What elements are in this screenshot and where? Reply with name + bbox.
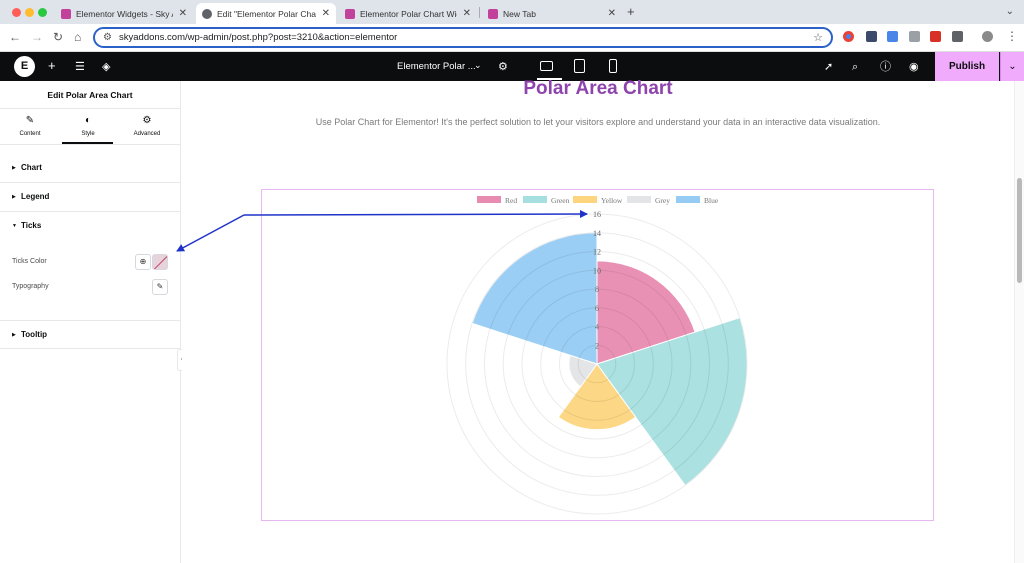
home-icon[interactable]: ⌂ [74, 30, 81, 44]
tab-advanced[interactable]: ⚙ Advanced [117, 115, 177, 137]
page-title: Polar Area Chart [523, 78, 673, 99]
caret-down-icon: ▼ [12, 223, 17, 229]
tab-separator [479, 7, 480, 18]
extensions-puzzle-icon[interactable] [952, 31, 963, 42]
section-chart-title: Chart [21, 163, 42, 172]
tab-label: Elementor Polar Chart Widget [360, 8, 457, 19]
caret-right-icon: ▶ [12, 194, 16, 200]
panel-title: Edit Polar Area Chart [0, 81, 180, 109]
extension-red-icon[interactable] [930, 31, 941, 42]
chart-widget-frame[interactable] [261, 189, 934, 521]
ticks-color-label: Ticks Color [12, 258, 47, 265]
section-chart[interactable]: ▶ Chart [0, 154, 180, 183]
tab-content[interactable]: ✎ Content [0, 115, 60, 137]
help-icon[interactable]: ⓘ [880, 59, 891, 75]
profile-avatar[interactable] [982, 31, 993, 42]
tab-search-chevron-icon[interactable]: ⌄ [1006, 6, 1014, 17]
page-settings-gear-icon[interactable]: ⚙ [498, 59, 508, 75]
gear-icon: ⚙ [142, 115, 152, 126]
address-bar[interactable]: ⚙ skyaddons.com/wp-admin/post.php?post=3… [93, 27, 833, 48]
tab-style[interactable]: ◐ Style [58, 115, 118, 137]
section-tooltip-title: Tooltip [21, 330, 48, 339]
scrollbar-thumb[interactable] [1017, 178, 1022, 283]
section-tooltip[interactable]: ▶ Tooltip [0, 320, 180, 349]
tab-close-icon[interactable]: ✕ [463, 8, 471, 19]
bookmark-star-icon[interactable]: ☆ [813, 31, 823, 44]
extension-chrome-icon[interactable] [843, 31, 854, 42]
tablet-device-icon[interactable] [574, 59, 585, 73]
section-legend-title: Legend [21, 192, 50, 201]
tab-globe-icon [202, 8, 212, 19]
ticks-color-picker[interactable] [152, 254, 168, 270]
tab-favicon-icon [488, 8, 498, 19]
contrast-icon: ◐ [84, 115, 92, 126]
add-element-icon[interactable]: + [48, 58, 56, 74]
tab-content-label: Content [19, 131, 41, 137]
forward-arrow-icon[interactable]: → [31, 30, 43, 44]
tab-label: Elementor Widgets - Sky Add [76, 8, 173, 19]
section-ticks-title: Ticks [21, 221, 42, 230]
tab-close-icon[interactable]: ✕ [179, 8, 187, 19]
browser-tab-1[interactable]: Elementor Widgets - Sky Add ✕ [55, 3, 193, 24]
tab-label: Edit "Elementor Polar Chart W [217, 8, 316, 19]
site-settings-icon[interactable]: ⚙ [103, 32, 112, 43]
extension-translate-icon[interactable] [887, 31, 898, 42]
active-tab-indicator [62, 142, 113, 144]
browser-tab-4[interactable]: New Tab ✕ [482, 3, 622, 24]
editor-panel: Edit Polar Area Chart ✎ Content ◐ Style … [0, 81, 181, 563]
mobile-device-icon[interactable] [609, 59, 617, 73]
tab-close-icon[interactable]: ✕ [608, 8, 616, 19]
close-window-button[interactable] [12, 8, 21, 17]
extension-grid-icon[interactable] [909, 31, 920, 42]
typography-edit-pencil-icon[interactable]: ✎ [152, 279, 168, 295]
document-chevron-down-icon[interactable]: ⌄ [474, 60, 482, 71]
section-legend[interactable]: ▶ Legend [0, 183, 180, 212]
tab-advanced-label: Advanced [133, 131, 161, 137]
document-title[interactable]: Elementor Polar ... [397, 61, 476, 72]
browser-tab-2[interactable]: Edit "Elementor Polar Chart W ✕ [196, 3, 336, 24]
preview-eye-icon[interactable]: ◉ [909, 59, 919, 75]
desktop-device-icon[interactable] [540, 61, 553, 71]
site-settings-sliders-icon[interactable]: ☰ [75, 59, 85, 75]
search-icon[interactable]: ⌕ [852, 59, 858, 75]
browser-menu-icon[interactable]: ⋮ [1006, 29, 1018, 43]
extension-shield-icon[interactable] [866, 31, 877, 42]
publish-button[interactable]: Publish [935, 52, 999, 81]
browser-tab-bar: Elementor Widgets - Sky Add ✕ Edit "Elem… [0, 0, 1024, 24]
caret-right-icon: ▶ [12, 165, 16, 171]
reload-icon[interactable]: ↻ [53, 30, 63, 44]
tab-close-icon[interactable]: ✕ [322, 8, 330, 19]
notifications-rocket-icon[interactable]: ➚ [824, 59, 833, 75]
browser-tab-3[interactable]: Elementor Polar Chart Widget ✕ [339, 3, 477, 24]
global-colors-globe-icon[interactable]: ⊕ [135, 254, 151, 270]
typography-label: Typography [12, 283, 49, 290]
minimize-window-button[interactable] [25, 8, 34, 17]
elementor-logo-icon[interactable]: E [14, 56, 35, 77]
page-subtitle: Use Polar Chart for Elementor! It's the … [315, 117, 881, 127]
pencil-icon: ✎ [25, 115, 35, 126]
browser-toolbar: ← → ↻ ⌂ ⚙ skyaddons.com/wp-admin/post.ph… [0, 24, 1024, 52]
tab-favicon-icon [61, 8, 71, 19]
address-url[interactable]: skyaddons.com/wp-admin/post.php?post=321… [119, 32, 397, 43]
tab-label: New Tab [503, 8, 536, 19]
structure-layers-icon[interactable]: ◈ [102, 59, 110, 75]
publish-options-chevron-icon[interactable]: ⌄ [1000, 52, 1024, 81]
tabs-divider [0, 144, 180, 145]
maximize-window-button[interactable] [38, 8, 47, 17]
elementor-top-bar: E + ☰ ◈ Elementor Polar ... ⌄ ⚙ ➚ ⌕ ⓘ ◉ … [0, 52, 1024, 81]
canvas-scrollbar[interactable] [1014, 81, 1024, 563]
back-arrow-icon[interactable]: ← [9, 30, 21, 44]
tab-favicon-icon [345, 8, 355, 19]
new-tab-button[interactable]: + [627, 5, 635, 19]
tab-style-label: Style [81, 131, 95, 137]
caret-right-icon: ▶ [12, 332, 16, 338]
section-ticks[interactable]: ▼ Ticks [0, 212, 180, 241]
